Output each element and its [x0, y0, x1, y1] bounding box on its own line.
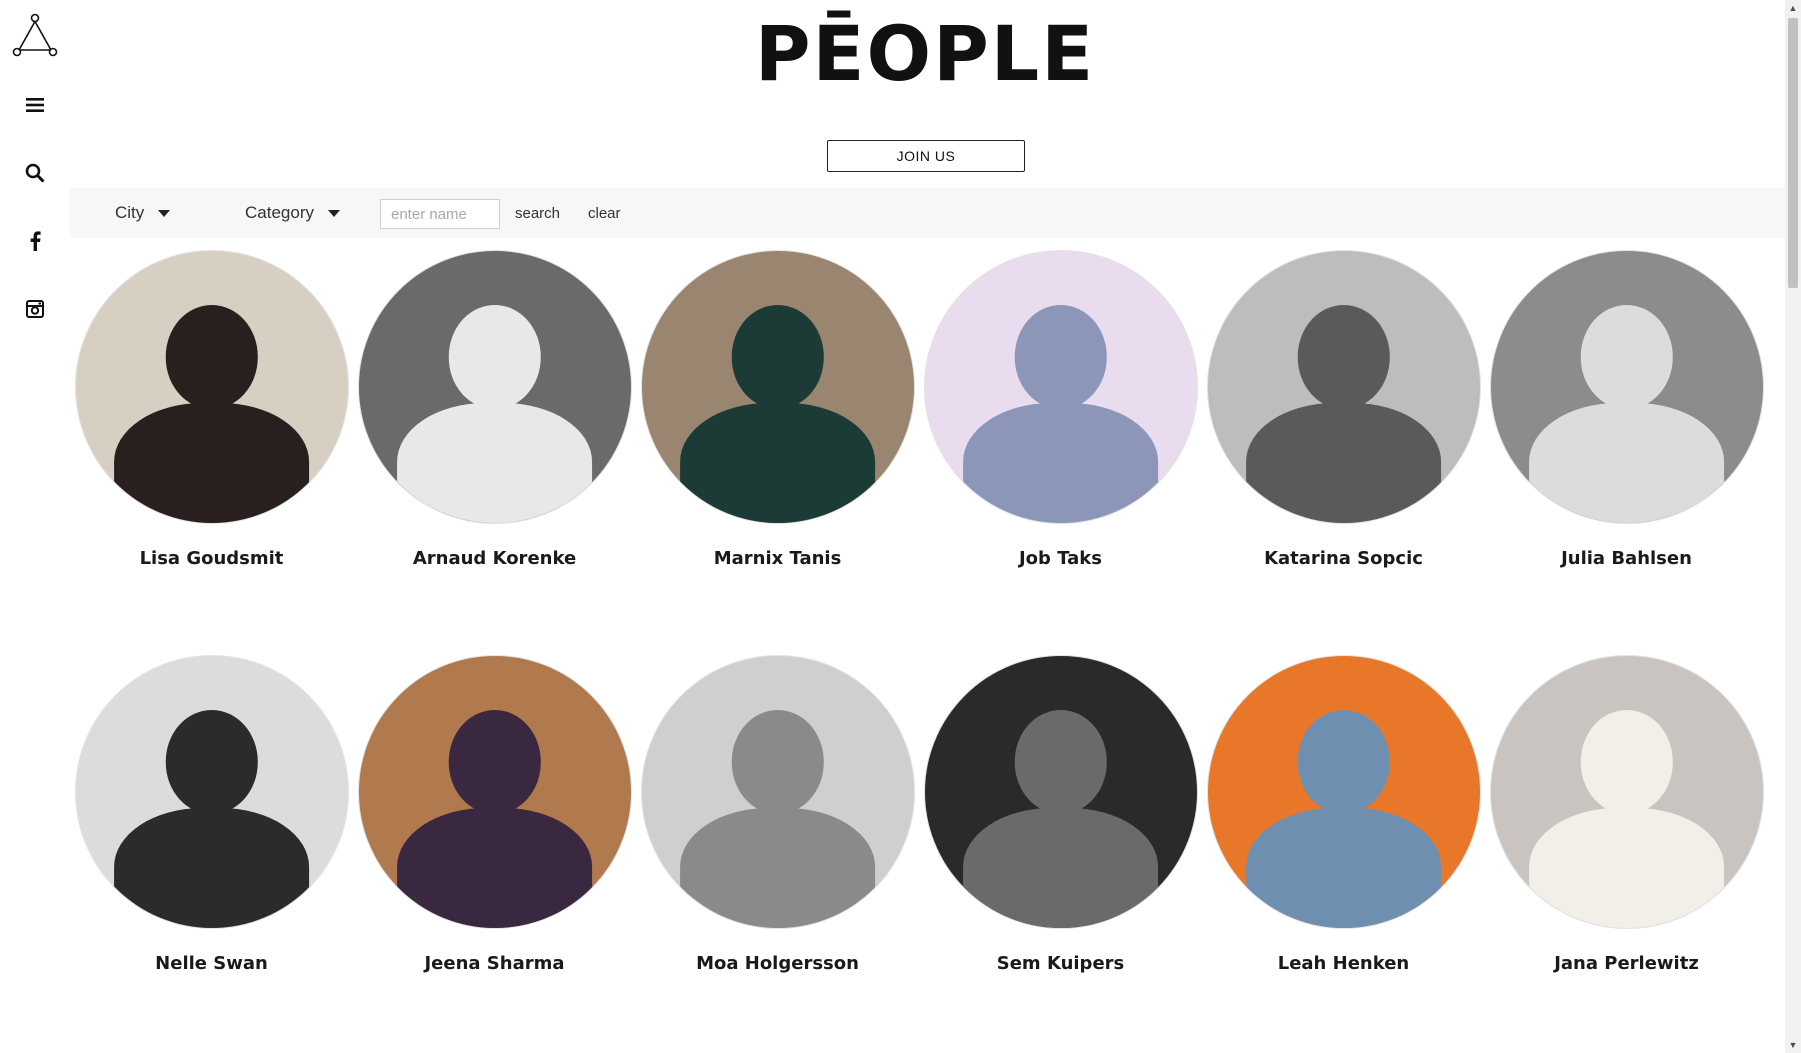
person-card[interactable]: Sem Kuipers: [919, 655, 1202, 974]
person-card[interactable]: Jeena Sharma: [353, 655, 636, 974]
person-portrait[interactable]: [640, 655, 915, 929]
logo-icon[interactable]: [0, 10, 70, 60]
person-portrait[interactable]: [74, 250, 349, 524]
person-portrait[interactable]: [640, 250, 915, 524]
person-portrait[interactable]: [74, 655, 349, 929]
person-name[interactable]: Lisa Goudsmit: [70, 548, 353, 569]
category-dropdown-label: Category: [245, 203, 314, 222]
caret-down-icon: [327, 209, 340, 217]
join-us-button[interactable]: JOIN US: [827, 140, 1025, 172]
person-card[interactable]: Nelle Swan: [70, 655, 353, 974]
person-card[interactable]: Job Taks: [919, 250, 1202, 569]
person-card[interactable]: Arnaud Korenke: [353, 250, 636, 569]
filter-bar: City Category search clear: [70, 188, 1785, 238]
person-portrait[interactable]: [1206, 655, 1481, 929]
menu-icon[interactable]: [0, 92, 70, 118]
person-card[interactable]: Marnix Tanis: [636, 250, 919, 569]
person-portrait[interactable]: [923, 250, 1198, 524]
caret-down-icon: [158, 209, 171, 217]
name-search-input[interactable]: [380, 199, 500, 229]
person-card[interactable]: Katarina Sopcic: [1202, 250, 1485, 569]
person-card[interactable]: Leah Henken: [1202, 655, 1485, 974]
person-name[interactable]: Sem Kuipers: [919, 953, 1202, 974]
person-name[interactable]: Katarina Sopcic: [1202, 548, 1485, 569]
person-portrait[interactable]: [357, 250, 632, 524]
site-logo-wordmark[interactable]: PĒOPLE: [755, 6, 1093, 101]
vertical-scrollbar[interactable]: ▲ ▼: [1785, 0, 1801, 1053]
person-name[interactable]: Nelle Swan: [70, 953, 353, 974]
city-dropdown[interactable]: City: [115, 188, 171, 238]
clear-button[interactable]: clear: [588, 188, 621, 238]
search-icon[interactable]: [0, 160, 70, 186]
scrollbar-thumb[interactable]: [1788, 18, 1798, 288]
search-button[interactable]: search: [515, 188, 560, 238]
facebook-icon[interactable]: [0, 228, 70, 254]
person-name[interactable]: Leah Henken: [1202, 953, 1485, 974]
person-name[interactable]: Arnaud Korenke: [353, 548, 636, 569]
person-portrait[interactable]: [1206, 250, 1481, 524]
person-name[interactable]: Julia Bahlsen: [1485, 548, 1768, 569]
person-name[interactable]: Job Taks: [919, 548, 1202, 569]
people-grid: Lisa Goudsmit Arnaud Korenke Marnix Tani…: [70, 238, 1785, 1053]
scroll-down-arrow-icon[interactable]: ▼: [1785, 1037, 1801, 1053]
city-dropdown-label: City: [115, 203, 145, 222]
person-portrait[interactable]: [357, 655, 632, 929]
person-portrait[interactable]: [1489, 250, 1764, 524]
person-card[interactable]: Jana Perlewitz: [1485, 655, 1768, 974]
person-portrait[interactable]: [923, 655, 1198, 929]
instagram-icon[interactable]: [0, 296, 70, 322]
person-card[interactable]: Moa Holgersson: [636, 655, 919, 974]
scroll-up-arrow-icon[interactable]: ▲: [1785, 0, 1801, 16]
category-dropdown[interactable]: Category: [245, 188, 340, 238]
person-portrait[interactable]: [1489, 655, 1764, 929]
person-name[interactable]: Jana Perlewitz: [1485, 953, 1768, 974]
person-card[interactable]: Lisa Goudsmit: [70, 250, 353, 569]
person-name[interactable]: Marnix Tanis: [636, 548, 919, 569]
person-card[interactable]: Julia Bahlsen: [1485, 250, 1768, 569]
person-name[interactable]: Jeena Sharma: [353, 953, 636, 974]
person-name[interactable]: Moa Holgersson: [636, 953, 919, 974]
left-sidebar: [0, 0, 70, 1053]
